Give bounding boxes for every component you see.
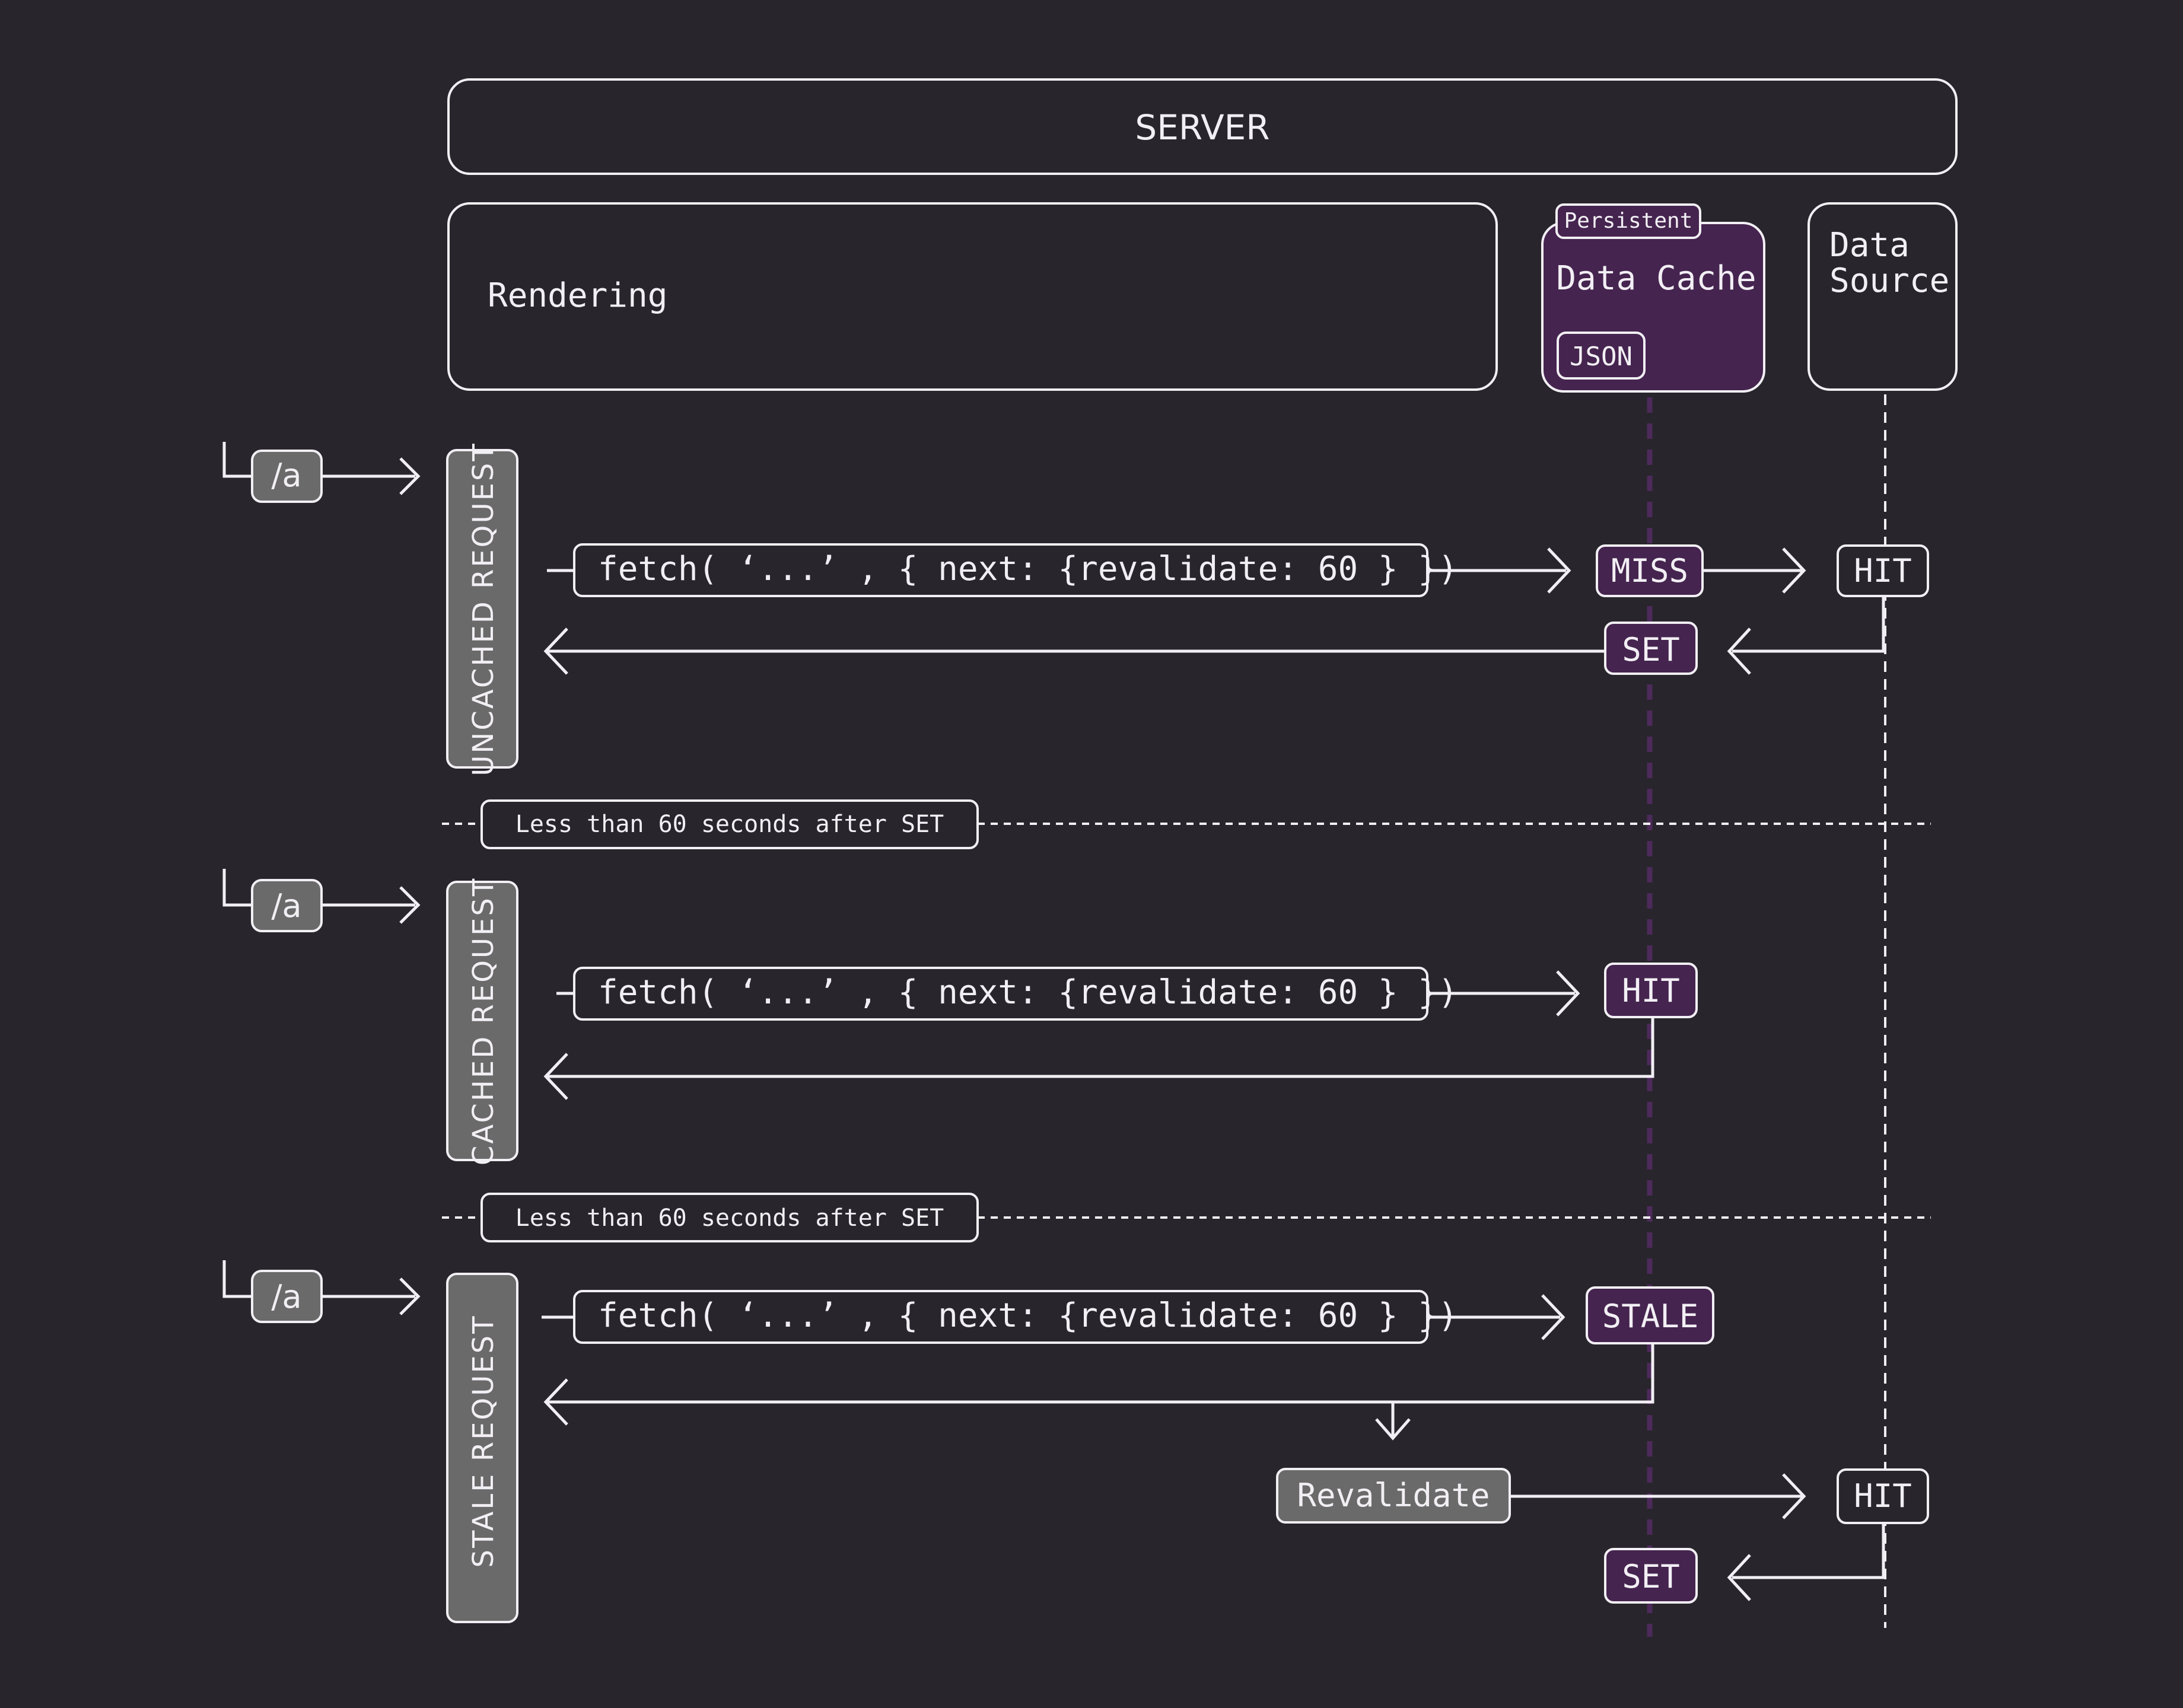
cache-status-label: MISS bbox=[1611, 552, 1688, 589]
rendering-column: Rendering bbox=[447, 202, 1498, 391]
route-label: /a bbox=[271, 887, 301, 925]
cache-status-label: HIT bbox=[1622, 972, 1680, 1009]
time-divider-label: Less than 60 seconds after SET bbox=[515, 1204, 944, 1232]
json-badge-label: JSON bbox=[1570, 342, 1633, 372]
route-label: /a bbox=[271, 1278, 301, 1315]
cache-set-label: SET bbox=[1622, 631, 1680, 668]
cache-set-label: SET bbox=[1622, 1558, 1680, 1595]
fetch-call-code: fetch( ‘...’ , { next: {revalidate: 60 }… bbox=[598, 973, 1458, 1012]
cache-status-label: STALE bbox=[1602, 1298, 1699, 1335]
caching-diagram: SERVER Rendering Persistent Data Cache J… bbox=[0, 0, 2183, 1708]
persistent-tag-label: Persistent bbox=[1564, 209, 1693, 233]
data-source-label-line1: Data bbox=[1829, 226, 1910, 265]
fetch-call-code: fetch( ‘...’ , { next: {revalidate: 60 }… bbox=[598, 1296, 1458, 1335]
time-divider-label: Less than 60 seconds after SET bbox=[515, 811, 944, 838]
revalidate-label: Revalidate bbox=[1297, 1477, 1490, 1514]
server-label: SERVER bbox=[1135, 107, 1269, 148]
route-label: /a bbox=[271, 457, 301, 494]
data-source-label-line2: Source bbox=[1829, 262, 1949, 300]
server-header: SERVER bbox=[447, 78, 1958, 175]
data-cache-column: Persistent Data Cache JSON bbox=[1541, 203, 1765, 393]
request-type-label: UNCACHED REQUEST bbox=[467, 442, 500, 776]
fetch-call-code: fetch( ‘...’ , { next: {revalidate: 60 }… bbox=[598, 550, 1458, 588]
data-cache-label: Data Cache bbox=[1556, 259, 1756, 298]
request-type-label: STALE REQUEST bbox=[467, 1315, 500, 1568]
data-source-column: Data Source bbox=[1808, 202, 1958, 391]
rendering-label: Rendering bbox=[488, 276, 667, 315]
source-status-label: HIT bbox=[1854, 1477, 1912, 1515]
source-status-label: HIT bbox=[1854, 552, 1912, 589]
request-type-label: CACHED REQUEST bbox=[467, 877, 500, 1165]
